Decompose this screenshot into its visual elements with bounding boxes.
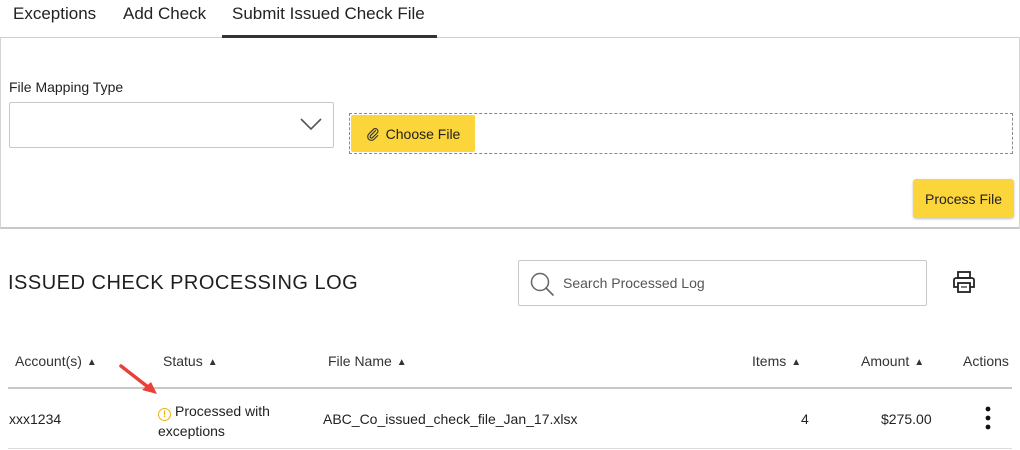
processing-log-title: ISSUED CHECK PROCESSING LOG xyxy=(8,272,359,294)
row-actions-kebab-icon[interactable] xyxy=(982,405,994,431)
paperclip-icon xyxy=(366,127,379,141)
search-processed-log[interactable] xyxy=(518,260,927,306)
column-header-label: Account(s) xyxy=(15,353,82,369)
warning-circle-icon: ! xyxy=(158,408,171,421)
column-header-status[interactable]: Status ▲ xyxy=(163,353,218,369)
search-input[interactable] xyxy=(563,269,913,297)
file-drop-zone[interactable]: Choose File xyxy=(349,113,1013,154)
search-icon xyxy=(530,272,554,296)
tab-exceptions[interactable]: Exceptions xyxy=(13,0,96,38)
sort-ascending-icon: ▲ xyxy=(207,357,218,368)
file-mapping-type-label: File Mapping Type xyxy=(9,79,124,95)
cell-items: 4 xyxy=(801,411,809,427)
column-header-label: Amount xyxy=(861,353,910,369)
process-file-button[interactable]: Process File xyxy=(913,179,1014,218)
choose-file-label: Choose File xyxy=(385,125,461,142)
status-text: Processed with exceptions xyxy=(158,403,270,439)
column-header-items[interactable]: Items ▲ xyxy=(752,353,801,369)
column-header-label: Items xyxy=(752,353,787,369)
column-header-accounts[interactable]: Account(s) ▲ xyxy=(15,353,97,369)
cell-status: ! Processed with exceptions xyxy=(158,401,308,441)
chevron-down-icon xyxy=(300,118,322,131)
column-header-label: File Name xyxy=(328,353,392,369)
choose-file-button[interactable]: Choose File xyxy=(351,115,475,152)
column-header-label: Actions xyxy=(963,353,1009,369)
tab-add-check[interactable]: Add Check xyxy=(123,0,206,38)
cell-account: xxx1234 xyxy=(9,411,62,427)
upload-panel: File Mapping Type Choose File Process Fi… xyxy=(0,38,1020,229)
printer-icon[interactable] xyxy=(950,268,978,296)
column-header-amount[interactable]: Amount ▲ xyxy=(861,353,924,369)
file-mapping-type-select[interactable] xyxy=(9,102,334,148)
tab-bar: Exceptions Add Check Submit Issued Check… xyxy=(0,0,1020,38)
column-header-label: Status xyxy=(163,353,203,369)
tab-submit-issued-check-file[interactable]: Submit Issued Check File xyxy=(222,0,437,38)
annotation-arrow-icon xyxy=(119,364,157,394)
sort-ascending-icon: ▲ xyxy=(86,357,97,368)
column-header-file-name[interactable]: File Name ▲ xyxy=(328,353,407,369)
cell-amount: $275.00 xyxy=(881,411,932,427)
column-header-actions: Actions xyxy=(963,353,1009,369)
sort-ascending-icon: ▲ xyxy=(791,357,802,368)
row-divider xyxy=(8,448,1012,449)
issued-check-page: Exceptions Add Check Submit Issued Check… xyxy=(0,0,1020,450)
sort-ascending-icon: ▲ xyxy=(396,357,407,368)
cell-file-name[interactable]: ABC_Co_issued_check_file_Jan_17.xlsx xyxy=(323,411,577,427)
sort-ascending-icon: ▲ xyxy=(914,357,925,368)
